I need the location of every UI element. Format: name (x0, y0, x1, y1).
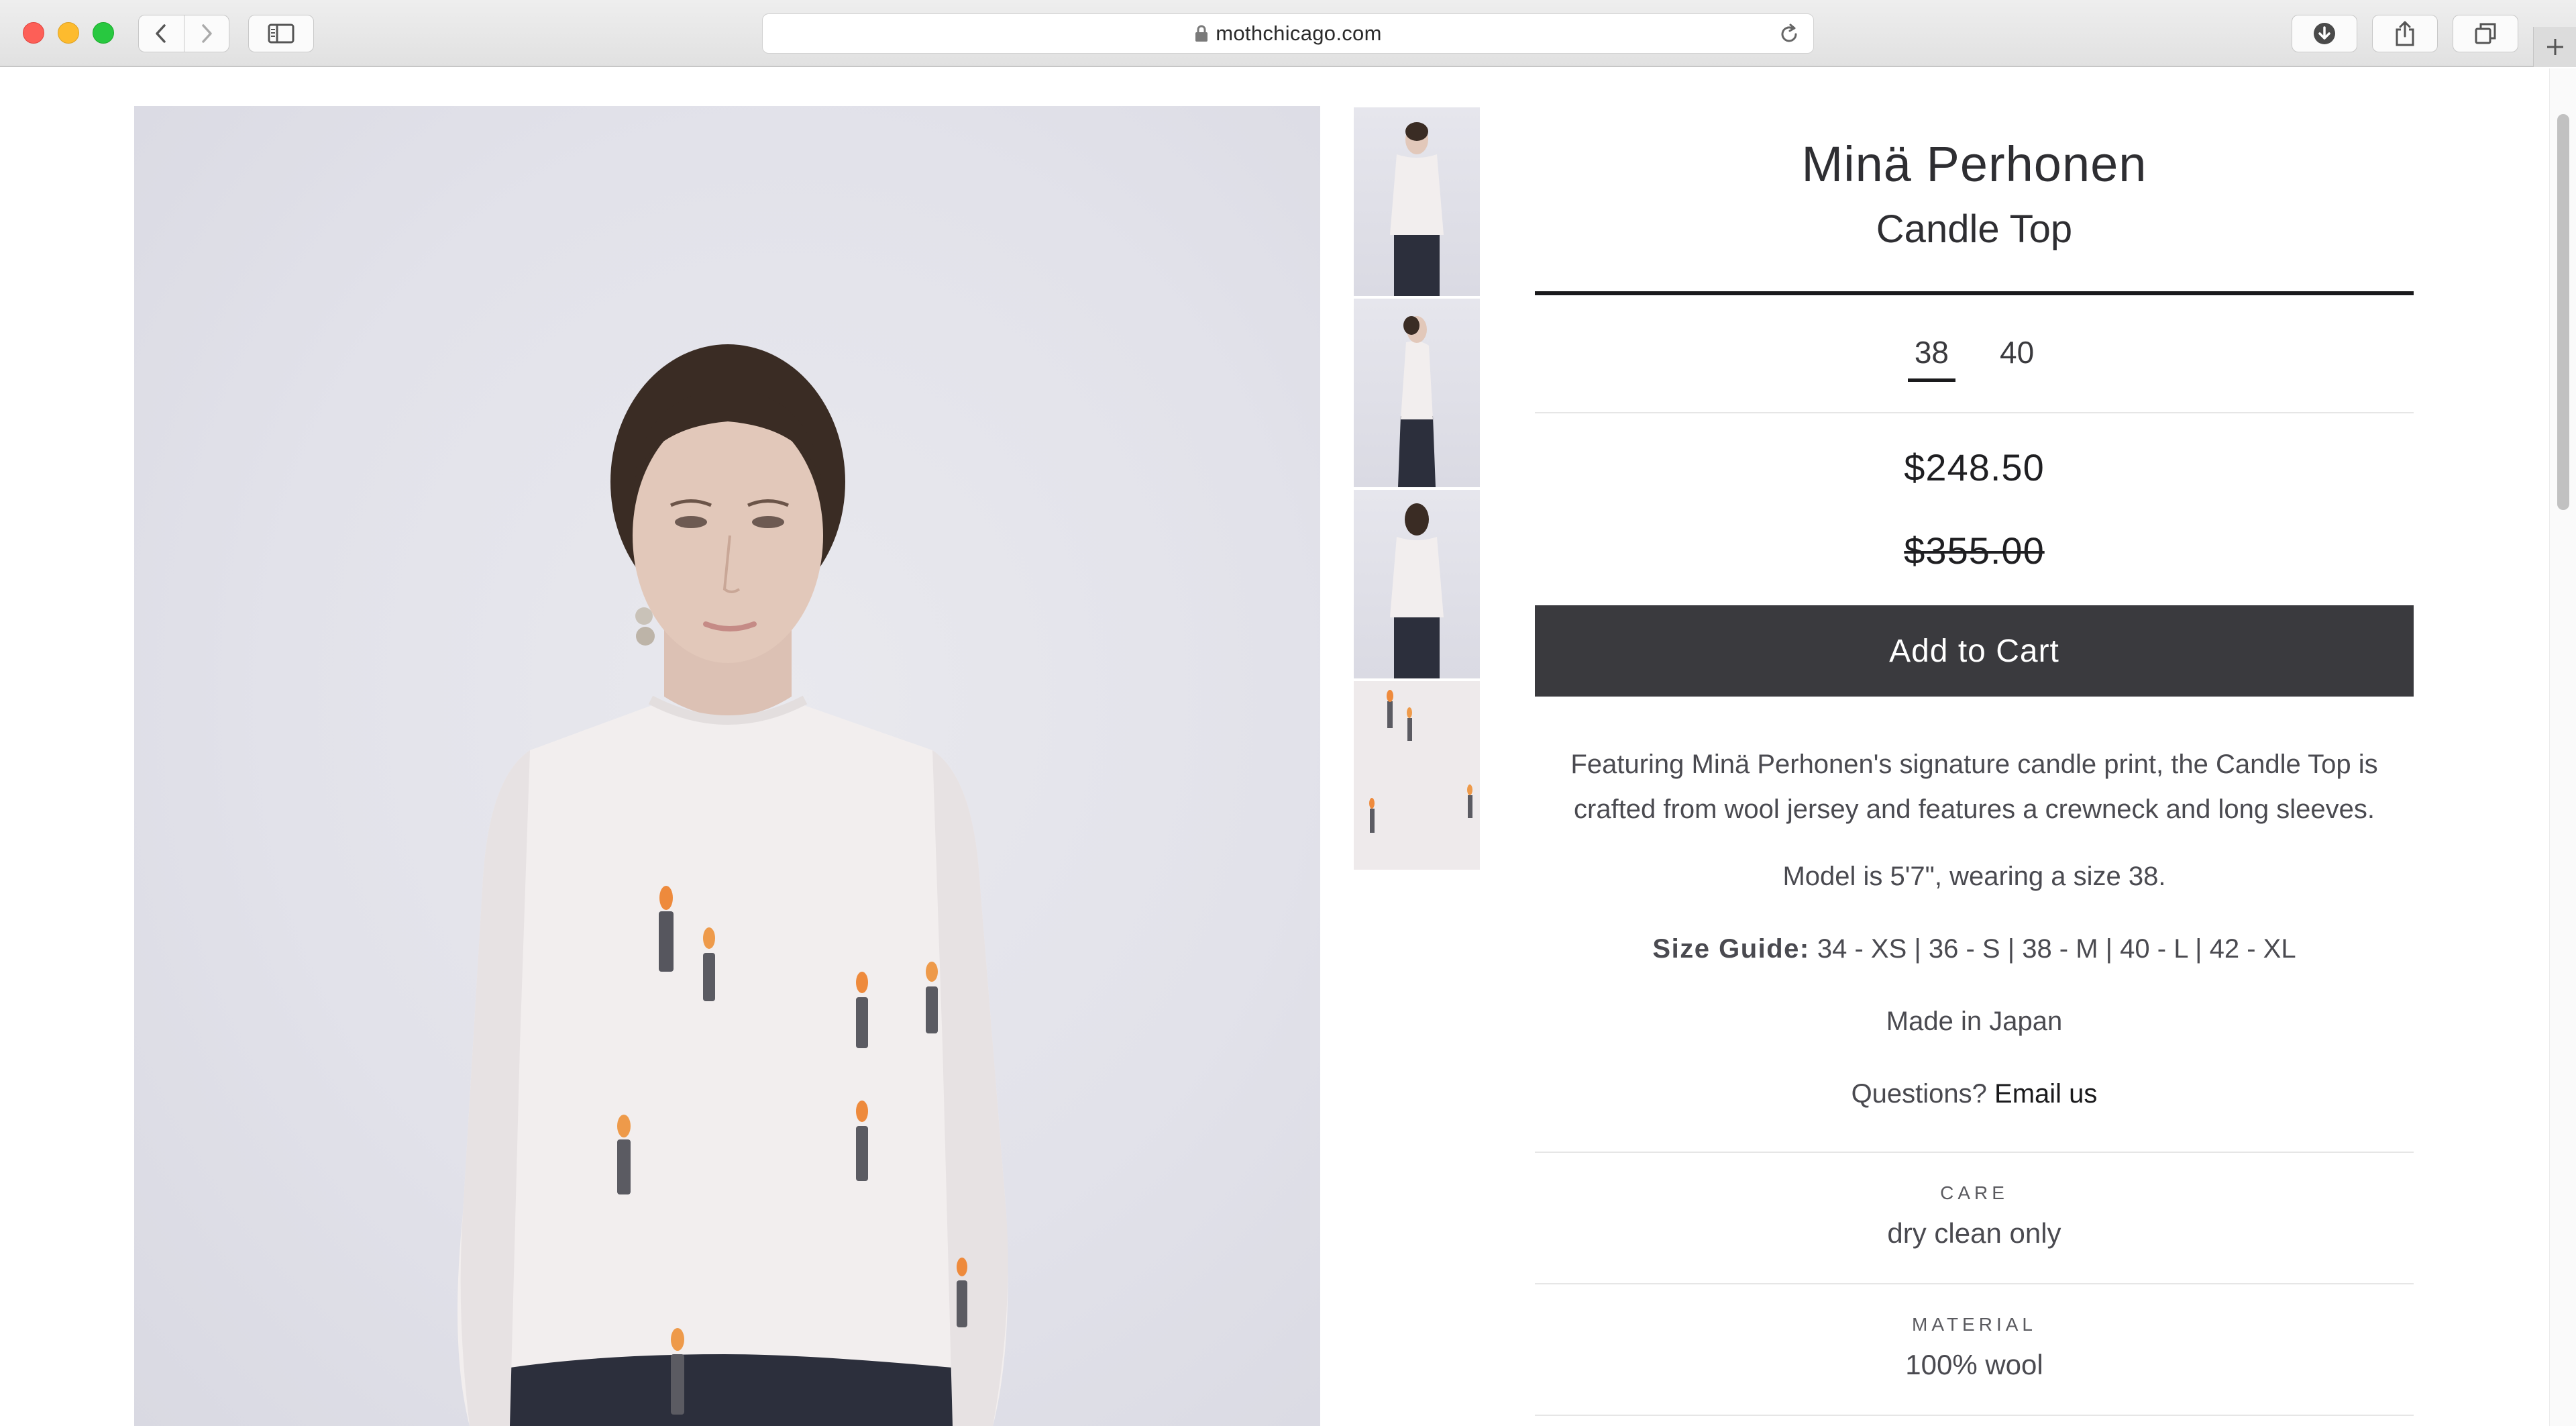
size-guide-value: 34 - XS | 36 - S | 38 - M | 40 - L | 42 … (1809, 934, 2296, 964)
tab-overview-button[interactable] (2453, 15, 2518, 52)
page-scrollbar[interactable] (2549, 68, 2576, 1426)
plus-icon (2546, 39, 2563, 55)
product-thumbnail-detail[interactable] (1354, 681, 1480, 870)
product-title: Candle Top (1876, 207, 2073, 251)
model-photo (458, 344, 1008, 1426)
chevron-left-icon (156, 24, 166, 43)
material-value: 100% wool (1905, 1349, 2043, 1380)
product-thumbnail-back[interactable] (1354, 490, 1480, 678)
product-main-image[interactable] (134, 106, 1320, 1426)
fullscreen-window-button[interactable] (93, 22, 114, 44)
close-window-button[interactable] (23, 22, 44, 44)
size-selector: 38 40 (1535, 334, 2414, 382)
chevron-right-icon (202, 24, 212, 43)
address-bar[interactable]: mothchicago.com (762, 13, 1814, 54)
divider (1535, 1415, 2414, 1416)
care-value: dry clean only (1887, 1217, 2061, 1249)
size-option-38[interactable]: 38 (1907, 334, 1955, 382)
sidebar-toggle-button[interactable] (248, 15, 314, 52)
history-nav (138, 15, 229, 52)
lock-icon (1195, 25, 1208, 42)
download-icon (2314, 23, 2335, 44)
sidebar-icon (268, 23, 294, 44)
product-thumbnail-front[interactable] (1354, 107, 1480, 296)
reload-icon[interactable] (1778, 23, 1800, 45)
url-text: mothchicago.com (1216, 21, 1382, 45)
questions-line: Questions? Email us (1535, 1079, 2414, 1109)
share-button[interactable] (2372, 15, 2438, 52)
model-size-note: Model is 5'7", wearing a size 38. (1782, 862, 2166, 891)
material-label: MATERIAL (1912, 1314, 2037, 1335)
forward-button[interactable] (183, 15, 229, 52)
original-price-value: $355.00 (1904, 529, 2045, 572)
minimize-window-button[interactable] (58, 22, 79, 44)
divider (1535, 1152, 2414, 1153)
product-description: Featuring Minä Perhonen's signature cand… (1570, 750, 2378, 824)
questions-label: Questions? (1851, 1079, 1995, 1109)
downloads-button[interactable] (2292, 15, 2357, 52)
scrollbar-thumb[interactable] (2557, 114, 2569, 510)
divider (1535, 291, 2414, 295)
size-guide: Size Guide: 34 - XS | 36 - S | 38 - M | … (1535, 934, 2414, 964)
product-brand[interactable]: Minä Perhonen (1535, 136, 2414, 193)
add-to-cart-button[interactable]: Add to Cart (1535, 605, 2414, 697)
product-page: Minä Perhonen Candle Top 38 40 $248.50 $… (0, 68, 2549, 1426)
divider (1535, 1283, 2414, 1284)
email-us-link[interactable]: Email us (1994, 1079, 2097, 1109)
care-label: CARE (1940, 1182, 2008, 1203)
tabs-icon (2475, 23, 2496, 44)
divider (1535, 412, 2414, 413)
size-guide-label: Size Guide: (1652, 934, 1810, 964)
product-thumbnail-side[interactable] (1354, 299, 1480, 487)
size-option-40[interactable]: 40 (1993, 334, 2041, 382)
back-button[interactable] (139, 15, 184, 52)
browser-toolbar: mothchicago.com (0, 0, 2576, 67)
sale-price: $248.50 (1904, 446, 2045, 489)
country-of-origin: Made in Japan (1886, 1007, 2063, 1036)
share-icon (2396, 21, 2414, 46)
new-tab-button[interactable] (2533, 27, 2576, 67)
original-price: $355.00 (1535, 529, 2414, 572)
